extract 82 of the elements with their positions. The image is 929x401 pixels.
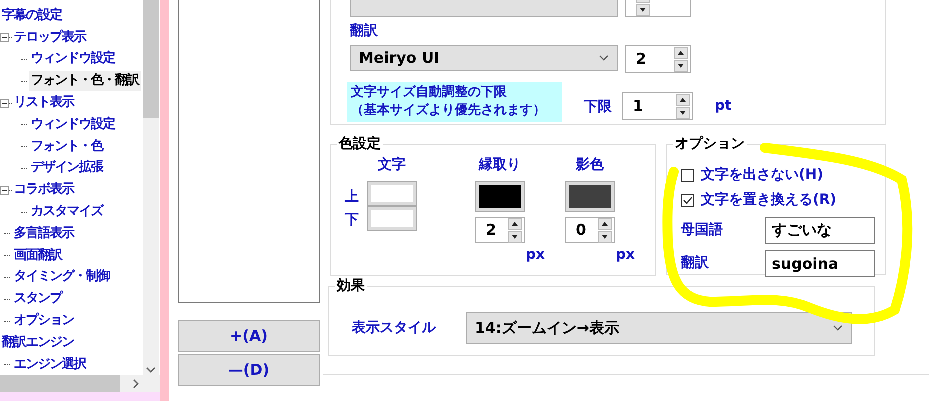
- spin-down-button[interactable]: [676, 106, 690, 118]
- column-title: 縁取り: [479, 156, 521, 175]
- tree-item[interactable]: エンジン選択: [12, 354, 88, 375]
- down-triangle-icon: [680, 110, 686, 114]
- expander-minus-icon[interactable]: [0, 186, 9, 195]
- spin-down-button[interactable]: [636, 4, 650, 16]
- spin-up-button[interactable]: [676, 94, 690, 106]
- min-size-spinbox[interactable]: 1: [622, 92, 693, 120]
- spin-up-button[interactable]: [598, 218, 612, 230]
- tree-item[interactable]: 画面翻訳: [12, 246, 64, 266]
- tree-item[interactable]: 多言語表示: [12, 224, 76, 244]
- text-field[interactable]: すごいな: [765, 217, 875, 244]
- up-triangle-icon: [602, 222, 608, 226]
- color-swatch[interactable]: [566, 182, 614, 211]
- style-select[interactable]: 14:ズームイン→表示: [466, 312, 852, 344]
- down-triangle-icon: [640, 8, 646, 12]
- unit-label: px: [526, 246, 545, 265]
- checkbox-label: 文字を置き換える(R): [701, 190, 837, 210]
- chevron-down-icon: [599, 55, 609, 61]
- note-line: （基本サイズより優先されます）: [351, 102, 546, 120]
- tree-item[interactable]: リスト表示: [12, 93, 76, 114]
- tree-item[interactable]: ウィンドウ設定: [29, 114, 117, 135]
- spin-up-button[interactable]: [508, 218, 522, 230]
- font-select[interactable]: Meiryo UI: [350, 45, 618, 71]
- up-triangle-icon: [512, 222, 518, 226]
- spin-value: 0: [576, 220, 586, 241]
- tree-item[interactable]: フォント・色・翻訳: [29, 71, 141, 92]
- down-triangle-icon: [602, 234, 608, 238]
- width-spinbox[interactable]: 2: [475, 217, 525, 243]
- spin-value: 2: [486, 220, 496, 241]
- tree-item[interactable]: ウィンドウ設定: [29, 49, 117, 70]
- spin-down-button[interactable]: [508, 230, 522, 242]
- spin-down-button[interactable]: [674, 60, 688, 72]
- spin-value: 1: [633, 96, 644, 117]
- tree-item[interactable]: カスタマイズ: [29, 202, 105, 222]
- style-label: 表示スタイル: [352, 318, 438, 338]
- spin-up-button[interactable]: [674, 46, 688, 58]
- tree-item[interactable]: タイミング・制御: [12, 267, 112, 288]
- tree-item[interactable]: テロップ表示: [12, 28, 88, 48]
- expander-minus-icon[interactable]: [0, 33, 9, 42]
- size-spinbox[interactable]: 2: [625, 45, 691, 73]
- checkbox[interactable]: [681, 194, 694, 207]
- note-line: 文字サイズ自動調整の下限: [351, 84, 507, 102]
- list-action-button[interactable]: +(A): [178, 320, 320, 352]
- min-label: 下限: [584, 98, 612, 116]
- field-label: 母国語: [681, 221, 724, 240]
- field-label: 翻訳: [681, 254, 710, 273]
- color-swatch[interactable]: [368, 182, 416, 205]
- check-icon: [682, 196, 692, 205]
- down-triangle-icon: [678, 64, 684, 68]
- tree-item[interactable]: スタンプ: [12, 289, 64, 310]
- color-swatch[interactable]: [476, 182, 524, 211]
- tree-item[interactable]: デザイン拡張: [29, 158, 105, 178]
- expander-minus-icon[interactable]: [0, 98, 9, 108]
- row-label: 下: [345, 211, 359, 230]
- checkbox[interactable]: [681, 169, 694, 182]
- unit-label: px: [616, 246, 635, 265]
- tree-item[interactable]: コラボ表示: [12, 180, 76, 200]
- list-action-button[interactable]: —(D): [178, 354, 320, 386]
- width-spinbox[interactable]: 0: [565, 217, 615, 243]
- row-label: 上: [345, 188, 359, 207]
- up-triangle-icon: [680, 98, 686, 102]
- column-title: 影色: [576, 156, 604, 175]
- vertical-scrollbar[interactable]: [143, 0, 159, 375]
- horizontal-scrollbar[interactable]: [0, 375, 160, 392]
- translation-label: 翻訳: [350, 22, 378, 41]
- tree-item[interactable]: 翻訳エンジン: [0, 332, 76, 353]
- down-triangle-icon: [512, 234, 518, 238]
- unit-label: pt: [715, 96, 732, 116]
- checkbox-label: 文字を出さない(H): [701, 166, 824, 185]
- select-value: 14:ズームイン→表示: [475, 318, 620, 339]
- text-field[interactable]: sugoina: [765, 250, 875, 277]
- color-swatch[interactable]: [368, 207, 416, 230]
- select-value: Meiryo UI: [359, 48, 440, 69]
- tree-item[interactable]: オプション: [12, 311, 76, 332]
- tree-item[interactable]: フォント・色: [29, 136, 105, 157]
- chevron-down-icon: [833, 325, 843, 331]
- spin-value: 2: [636, 48, 646, 70]
- tree-item[interactable]: 字幕の設定: [0, 6, 64, 26]
- column-title: 文字: [378, 156, 406, 175]
- up-triangle-icon: [678, 50, 684, 54]
- spin-down-button[interactable]: [598, 230, 612, 242]
